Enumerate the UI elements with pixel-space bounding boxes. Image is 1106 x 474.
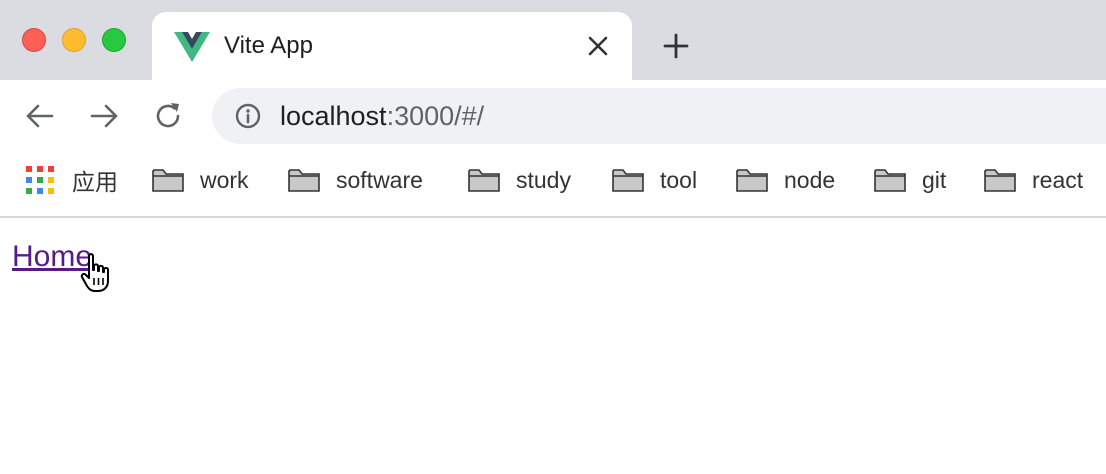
bookmark-apps[interactable]: 应用 xyxy=(26,166,118,195)
bookmark-folder-study[interactable]: study xyxy=(468,166,571,194)
folder-icon xyxy=(612,169,644,192)
page-content: Home xyxy=(0,218,1106,474)
bookmark-label: git xyxy=(922,166,947,193)
bookmark-label: node xyxy=(784,166,836,193)
info-icon[interactable] xyxy=(234,102,262,130)
vue-logo-icon xyxy=(174,32,210,62)
plus-icon[interactable] xyxy=(662,32,690,60)
folder-icon xyxy=(984,169,1016,192)
toolbar: localhost:3000/#/ xyxy=(0,80,1106,154)
url-host: localhost xyxy=(280,101,387,131)
arrow-right-icon[interactable] xyxy=(88,100,120,132)
bookmarks-bar: 应用 work software study tool node git rea… xyxy=(0,154,1106,218)
bookmark-label: tool xyxy=(660,166,698,193)
url-text[interactable]: localhost:3000/#/ xyxy=(280,101,484,132)
reload-icon[interactable] xyxy=(152,100,184,132)
arrow-left-icon[interactable] xyxy=(24,100,56,132)
bookmark-folder-node[interactable]: node xyxy=(736,166,835,194)
url-path: :3000/#/ xyxy=(386,101,485,131)
bookmark-label: work xyxy=(200,166,249,193)
bookmark-folder-git[interactable]: git xyxy=(874,166,946,194)
tab-active[interactable]: Vite App xyxy=(152,12,632,80)
close-icon[interactable] xyxy=(586,34,610,58)
bookmark-label: react xyxy=(1032,166,1084,193)
bookmark-label: software xyxy=(336,166,423,193)
hand-pointer-icon xyxy=(80,253,109,292)
apps-grid-icon xyxy=(26,166,54,194)
address-bar[interactable]: localhost:3000/#/ xyxy=(212,88,1106,144)
window-close-button[interactable] xyxy=(22,28,46,52)
folder-icon xyxy=(736,169,768,192)
bookmark-label: study xyxy=(516,166,571,193)
tab-title: Vite App xyxy=(224,32,313,59)
folder-icon xyxy=(874,169,906,192)
bookmark-folder-tool[interactable]: tool xyxy=(612,166,697,194)
folder-icon xyxy=(152,169,184,192)
window-minimize-button[interactable] xyxy=(62,28,86,52)
bookmark-folder-software[interactable]: software xyxy=(288,166,423,194)
bookmark-folder-work[interactable]: work xyxy=(152,166,249,194)
bookmark-folder-react[interactable]: react xyxy=(984,166,1083,194)
window-maximize-button[interactable] xyxy=(102,28,126,52)
folder-icon xyxy=(288,169,320,192)
bookmark-apps-label: 应用 xyxy=(72,169,118,195)
tab-strip: Vite App xyxy=(0,0,1106,80)
folder-icon xyxy=(468,169,500,192)
